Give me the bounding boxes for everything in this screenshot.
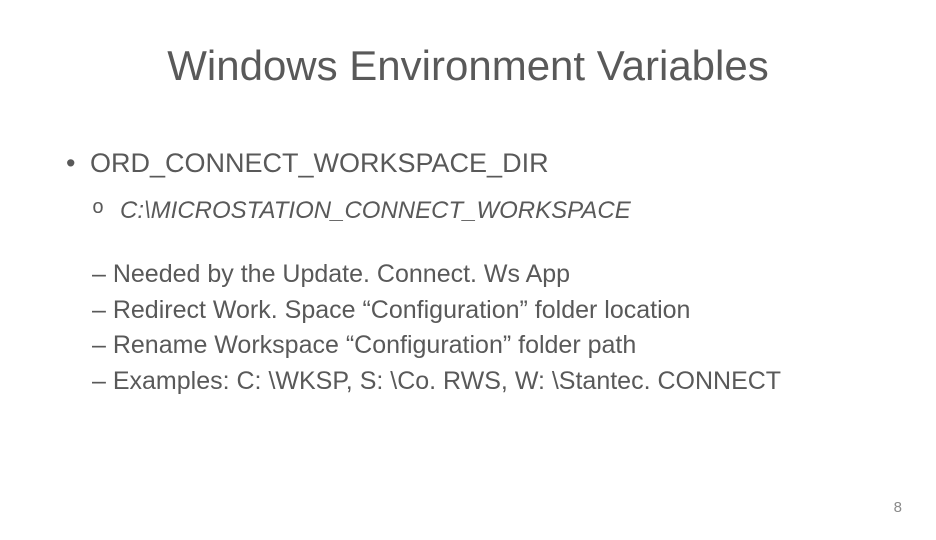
dash-list: – Needed by the Update. Connect. Ws App … <box>62 258 876 399</box>
page-number: 8 <box>894 499 902 516</box>
dash-item: – Rename Workspace “Configuration” folde… <box>92 329 876 363</box>
dash-item: – Needed by the Update. Connect. Ws App <box>92 258 876 292</box>
dash-item: – Examples: C: \WKSP, S: \Co. RWS, W: \S… <box>92 365 876 399</box>
bullet-level-2: C:\MICROSTATION_CONNECT_WORKSPACE <box>62 195 876 227</box>
slide: Windows Environment Variables ORD_CONNEC… <box>0 0 936 540</box>
bullet-level-1: ORD_CONNECT_WORKSPACE_DIR <box>62 145 876 181</box>
bullet-text: ORD_CONNECT_WORKSPACE_DIR <box>90 148 549 178</box>
slide-title: Windows Environment Variables <box>0 42 936 90</box>
slide-body: ORD_CONNECT_WORKSPACE_DIR C:\MICROSTATIO… <box>62 145 876 401</box>
dash-item: – Redirect Work. Space “Configuration” f… <box>92 294 876 328</box>
subbullet-text: C:\MICROSTATION_CONNECT_WORKSPACE <box>120 197 631 224</box>
